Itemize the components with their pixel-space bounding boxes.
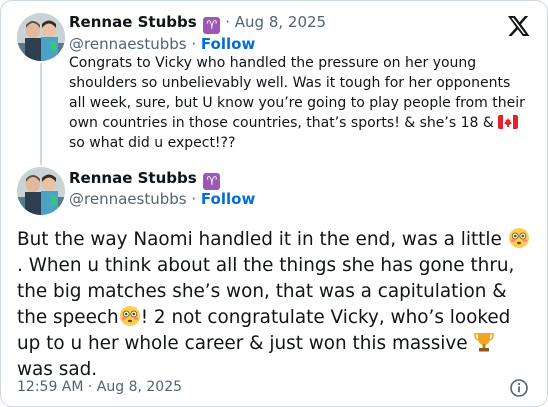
author-name[interactable]: Rennae Stubbs xyxy=(69,13,197,31)
thread-line xyxy=(40,63,42,165)
quoted-subheader: @rennaestubbs · Follow xyxy=(69,34,255,54)
separator: · xyxy=(225,13,230,31)
main-subheader: @rennaestubbs · Follow xyxy=(69,189,255,209)
avatar[interactable] xyxy=(17,13,65,61)
tweet-text: But the way Naomi handled it in the end,… xyxy=(17,227,537,383)
avatar-photo xyxy=(17,13,65,61)
author-handle[interactable]: @rennaestubbs xyxy=(69,35,187,53)
quoted-tweet-text: Congrats to Vicky who handled the pressu… xyxy=(69,53,531,153)
tweet-card: Rennae Stubbs ♈ · Aug 8, 2025 @rennaestu… xyxy=(0,0,548,407)
author-name[interactable]: Rennae Stubbs xyxy=(69,169,197,187)
tweet-timestamp[interactable]: 12:59 AM · Aug 8, 2025 xyxy=(17,377,182,397)
follow-button[interactable]: Follow xyxy=(201,35,255,53)
info-icon[interactable] xyxy=(509,378,529,398)
quoted-text-part2: so what did u expect!?? xyxy=(69,135,236,151)
trophy-icon xyxy=(474,333,495,352)
tweet-date[interactable]: Aug 8, 2025 xyxy=(235,13,326,31)
flushed-face-icon xyxy=(119,306,140,326)
canada-flag-icon xyxy=(498,115,519,129)
tweet-text-part1: But the way Naomi handled it in the end,… xyxy=(17,229,508,250)
avatar-photo xyxy=(17,167,65,215)
aries-icon: ♈ xyxy=(203,173,221,190)
quoted-header: Rennae Stubbs ♈ · Aug 8, 2025 xyxy=(69,12,326,34)
main-header: Rennae Stubbs ♈ xyxy=(69,168,221,190)
aries-icon: ♈ xyxy=(203,17,221,34)
x-logo-icon[interactable] xyxy=(506,14,530,38)
quoted-text-part1: Congrats to Vicky who handled the pressu… xyxy=(69,55,525,131)
flushed-face-icon xyxy=(508,228,529,248)
separator: · xyxy=(191,190,197,208)
separator: · xyxy=(191,35,197,53)
follow-button[interactable]: Follow xyxy=(201,190,255,208)
avatar[interactable] xyxy=(17,167,65,215)
author-handle[interactable]: @rennaestubbs xyxy=(69,190,187,208)
